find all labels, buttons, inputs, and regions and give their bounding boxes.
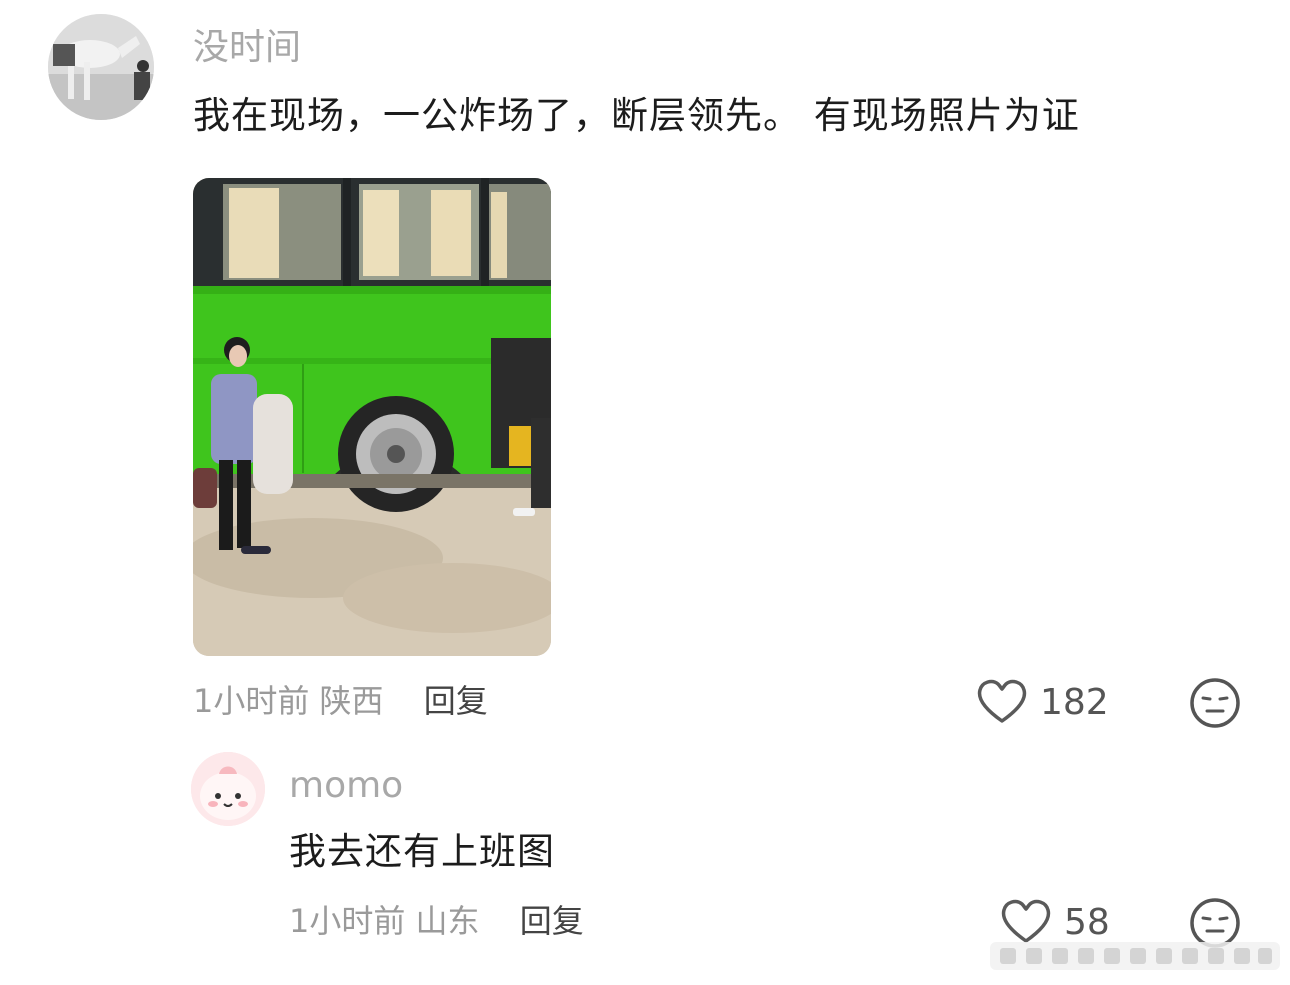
replier-username[interactable]: momo [289,764,403,808]
watermark [990,936,1280,976]
commenter-avatar[interactable] [48,14,154,120]
comment-text: 我在现场，一公炸场了，断层领先。 有现场照片为证 [193,94,1080,137]
reply-button[interactable]: 回复 [520,902,584,940]
like-count: 182 [1040,682,1109,723]
replier-avatar[interactable] [191,752,265,826]
neutral-face-icon[interactable] [1189,677,1241,733]
reply-button[interactable]: 回复 [424,682,488,720]
reply-time: 1小时前 [289,902,406,940]
like-button[interactable]: 182 [976,677,1109,729]
comment-meta: 1小时前 陕西 回复 [193,681,488,721]
commenter-username[interactable]: 没时间 [193,26,301,70]
comment-location: 陕西 [319,682,384,720]
reply-text: 我去还有上班图 [289,830,555,873]
comment-time: 1小时前 [193,682,310,720]
reply-meta: 1小时前 山东 回复 [289,901,584,941]
reply-location: 山东 [415,902,480,940]
heart-outline-icon [976,677,1028,729]
comment-photo[interactable] [193,178,551,656]
